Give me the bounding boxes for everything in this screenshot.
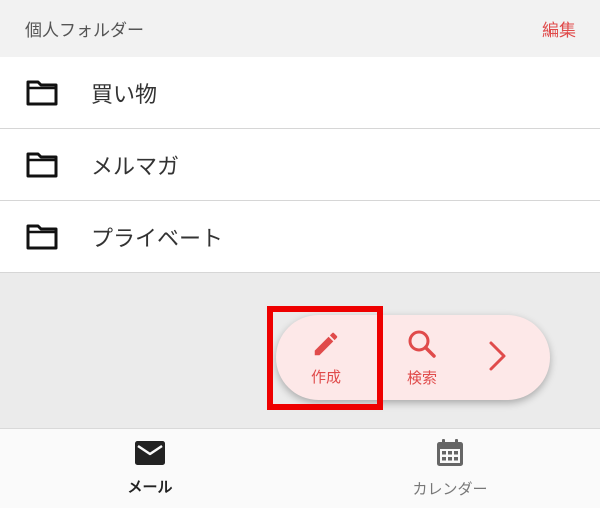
expand-button[interactable] [468,339,528,377]
compose-button[interactable]: 作成 [276,329,376,387]
tab-calendar[interactable]: カレンダー [300,429,600,508]
folder-list: 買い物 メルマガ プライベート [0,57,600,273]
compose-label: 作成 [310,367,341,386]
folder-icon [25,79,65,107]
calendar-icon [435,438,465,472]
tab-mail[interactable]: メール [0,429,300,508]
screen: 個人フォルダー 編集 買い物 メルマガ プライベート 作成 検索 メール カレン… [0,0,600,508]
tab-calendar-label: カレンダー [412,480,488,498]
folder-icon [25,223,65,251]
chevron-right-icon [487,339,509,377]
folder-item-shopping[interactable]: 買い物 [0,57,600,129]
section-header: 個人フォルダー 編集 [0,0,600,57]
folder-label: 買い物 [91,82,158,108]
floating-action-bar: 作成 検索 [276,315,550,400]
mail-icon [134,440,166,470]
search-label: 検索 [406,368,437,387]
folder-icon [25,151,65,179]
tab-mail-label: メール [127,478,173,496]
folder-item-newsletter[interactable]: メルマガ [0,129,600,201]
folder-item-private[interactable]: プライベート [0,201,600,273]
search-icon [406,328,438,364]
search-button[interactable]: 検索 [376,328,468,388]
pencil-icon [311,329,341,363]
folder-label: メルマガ [91,154,180,180]
tab-bar: メール カレンダー [0,428,600,508]
folder-label: プライベート [91,226,224,252]
section-title: 個人フォルダー [25,21,144,41]
edit-button[interactable]: 編集 [542,16,576,41]
